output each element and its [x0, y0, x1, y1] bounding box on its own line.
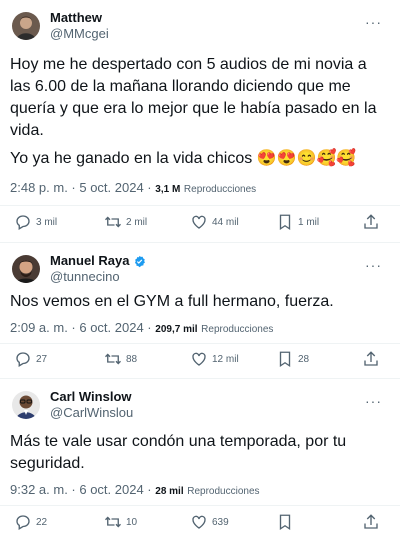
tweet-text-2: Yo ya he ganado en la vida chicos 😍😍😊🥰🥰: [10, 148, 388, 170]
tweet-header: Carl Winslow @CarlWinslou ···: [10, 389, 390, 421]
bookmark-icon: [279, 214, 291, 231]
reply-count: 22: [36, 516, 48, 528]
reply-count: 3 mil: [36, 216, 58, 228]
share-icon: [364, 351, 378, 366]
view-count: 28 mil: [155, 486, 184, 497]
action-bar: 27 88 12 mil 28: [14, 350, 386, 372]
retweet-count: 88: [126, 353, 138, 365]
action-bar: 22 10 639: [14, 513, 386, 535]
like-button[interactable]: 44 mil: [190, 213, 239, 231]
tweet-meta: 2:09 a. m. · 6 oct. 2024 · 209,7 mil Rep…: [10, 320, 273, 335]
tweet-meta: 2:48 p. m. · 5 oct. 2024 · 3,1 M Reprodu…: [10, 180, 256, 195]
tweet-3[interactable]: Carl Winslow @CarlWinslou ··· Más te val…: [0, 379, 400, 543]
bookmark-icon: [279, 351, 291, 368]
like-button[interactable]: 12 mil: [190, 350, 239, 368]
bookmark-button[interactable]: 28: [276, 350, 309, 368]
share-icon: [364, 214, 378, 229]
retweet-icon: [105, 353, 121, 365]
avatar[interactable]: [12, 12, 40, 40]
action-bar: 3 mil 2 mil 44 mil 1 mil: [14, 213, 386, 235]
timestamp[interactable]: 2:09 a. m. · 6 oct. 2024 ·: [10, 320, 152, 335]
reply-button[interactable]: 3 mil: [14, 213, 57, 231]
retweet-button[interactable]: 88: [104, 350, 137, 368]
tweet-header: Matthew @MMcgei ···: [10, 10, 390, 42]
retweet-button[interactable]: 2 mil: [104, 213, 147, 231]
avatar[interactable]: [12, 391, 40, 419]
text-line: seguridad.: [10, 455, 85, 472]
text-line: quería y que era lo mejor que le había p…: [10, 100, 377, 117]
timestamp[interactable]: 9:32 a. m. · 6 oct. 2024 ·: [10, 482, 152, 497]
views-label: Reproducciones: [201, 324, 274, 335]
retweet-button[interactable]: 10: [104, 513, 137, 531]
divider: [0, 343, 400, 344]
reply-count: 27: [36, 353, 48, 365]
reply-button[interactable]: 22: [14, 513, 47, 531]
verified-badge-icon: [135, 255, 146, 267]
view-count: 209,7 mil: [155, 324, 198, 335]
reply-icon: [16, 352, 30, 367]
bookmark-count: 1 mil: [298, 216, 320, 228]
divider: [0, 505, 400, 506]
display-name[interactable]: Matthew: [50, 10, 109, 26]
bookmark-count: 28: [298, 353, 310, 365]
tweet-meta: 9:32 a. m. · 6 oct. 2024 · 28 mil Reprod…: [10, 482, 260, 497]
tweet-text: Hoy me he despertado con 5 audios de mi …: [10, 54, 388, 142]
bookmark-button[interactable]: 1 mil: [276, 213, 319, 231]
tweet-2[interactable]: Manuel Raya @tunnecino ··· Nos vemos en …: [0, 243, 400, 379]
more-options-icon[interactable]: ···: [365, 393, 382, 409]
text-line: Más te vale usar condón una temporada, p…: [10, 433, 347, 450]
tweet-header: Manuel Raya @tunnecino ···: [10, 253, 390, 285]
heart-icon: [192, 352, 206, 366]
view-count: 3,1 M: [155, 184, 181, 195]
tweet-text: Nos vemos en el GYM a full hermano, fuer…: [10, 293, 334, 310]
retweet-icon: [105, 516, 121, 528]
views-label: Reproducciones: [183, 184, 257, 195]
more-options-icon[interactable]: ···: [365, 14, 382, 30]
timestamp[interactable]: 2:48 p. m. · 5 oct. 2024 ·: [10, 180, 152, 195]
text-line: vida.: [10, 122, 44, 139]
bookmark-button[interactable]: [276, 513, 294, 531]
share-button[interactable]: [362, 513, 380, 531]
tweet-text: Más te vale usar condón una temporada, p…: [10, 431, 388, 475]
retweet-count: 2 mil: [126, 216, 148, 228]
display-name: Manuel Raya: [50, 253, 130, 268]
like-count: 12 mil: [212, 353, 239, 365]
bookmark-icon: [279, 514, 291, 531]
display-name[interactable]: Carl Winslow: [50, 389, 133, 405]
share-icon: [364, 514, 378, 529]
share-button[interactable]: [362, 213, 380, 231]
heart-icon: [192, 215, 206, 229]
views-label: Reproducciones: [187, 486, 260, 497]
avatar[interactable]: [12, 255, 40, 283]
more-options-icon[interactable]: ···: [365, 257, 382, 273]
share-button[interactable]: [362, 350, 380, 368]
retweet-icon: [105, 216, 121, 228]
divider: [0, 205, 400, 206]
text-line: Yo ya he ganado en la vida chicos: [10, 150, 253, 167]
heart-icon: [192, 515, 206, 529]
text-line: las 6.00 de la mañana llorando diciendo …: [10, 78, 351, 95]
reply-button[interactable]: 27: [14, 350, 47, 368]
display-name-row[interactable]: Manuel Raya: [50, 253, 146, 269]
handle[interactable]: @CarlWinslou: [50, 405, 133, 421]
author-names: Carl Winslow @CarlWinslou: [50, 389, 133, 421]
like-count: 639: [212, 516, 229, 528]
reply-icon: [16, 515, 30, 530]
handle[interactable]: @tunnecino: [50, 269, 146, 285]
retweet-count: 10: [126, 516, 138, 528]
handle[interactable]: @MMcgei: [50, 26, 109, 42]
like-count: 44 mil: [212, 216, 239, 228]
like-button[interactable]: 639: [190, 513, 229, 531]
text-line: Hoy me he despertado con 5 audios de mi …: [10, 56, 367, 73]
tweet-1[interactable]: Matthew @MMcgei ··· Hoy me he despertado…: [0, 0, 400, 243]
emoji-group: 😍😍😊🥰🥰: [256, 150, 357, 167]
author-names: Matthew @MMcgei: [50, 10, 109, 42]
reply-icon: [16, 215, 30, 230]
author-names: Manuel Raya @tunnecino: [50, 253, 146, 285]
